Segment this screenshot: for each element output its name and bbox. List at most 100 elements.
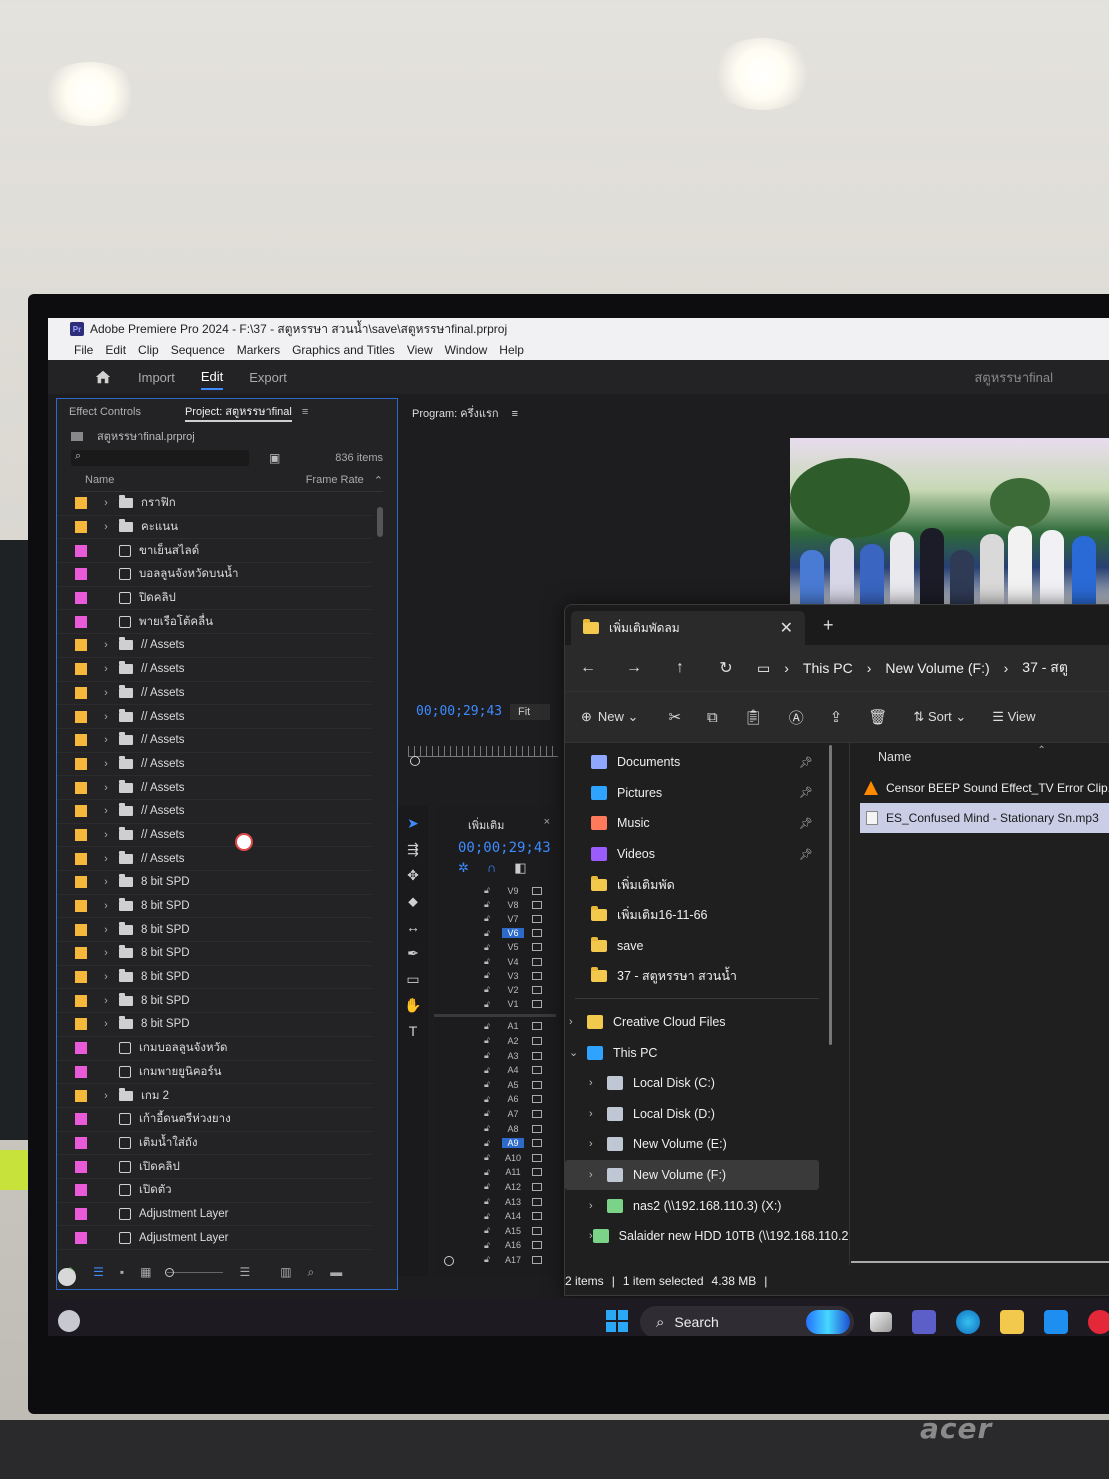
track-target-toggle[interactable]: V1 (502, 999, 524, 1009)
windows-start-icon[interactable] (606, 1310, 628, 1332)
automate-icon[interactable]: ▥ (280, 1265, 291, 1279)
project-item-row[interactable]: › 8 bit SPD (57, 918, 373, 943)
quick-access-item[interactable]: Videos 📌︎ (565, 839, 835, 870)
teams-icon[interactable] (912, 1310, 936, 1334)
label-color-swatch[interactable] (75, 923, 87, 936)
label-color-swatch[interactable] (75, 805, 87, 818)
quick-access-item[interactable]: Pictures 📌︎ (565, 778, 835, 809)
label-color-swatch[interactable] (75, 521, 87, 534)
track-header[interactable]: 🔓︎ V6 (484, 927, 544, 940)
track-header[interactable]: 🔓︎ A16 (484, 1239, 544, 1252)
zoom-slider[interactable] (165, 1267, 224, 1277)
project-item-row[interactable]: Adjustment Layer (57, 1203, 373, 1227)
project-item-row[interactable]: Adjustment Layer (57, 1226, 373, 1250)
lock-icon[interactable]: 🔓︎ (484, 1079, 492, 1090)
project-item-row[interactable]: › // Assets (57, 800, 373, 824)
opera-icon[interactable] (1088, 1310, 1109, 1334)
lock-icon[interactable]: 🔓︎ (484, 970, 492, 981)
sync-lock-icon[interactable] (532, 985, 542, 994)
lock-icon[interactable]: 🔓︎ (484, 1021, 492, 1032)
hand-tool-icon[interactable]: ✋ (398, 992, 428, 1018)
panel-menu-icon[interactable]: ≡ (302, 406, 308, 418)
track-target-toggle[interactable]: A9 (502, 1138, 524, 1149)
timeline-timecode[interactable]: 00;00;29;43 (458, 840, 551, 856)
project-item-row[interactable]: เกมพายยูนิคอร์น (57, 1061, 373, 1085)
lock-icon[interactable]: 🔓︎ (484, 984, 492, 995)
chevron-right-icon[interactable]: › (589, 1077, 607, 1089)
razor-tool-icon[interactable]: ⬥ (398, 888, 428, 914)
chevron-right-icon[interactable]: › (589, 1108, 607, 1120)
timeline-tab[interactable]: เพิ่มเติม (468, 816, 504, 834)
project-item-row[interactable]: ขาเย็นสไลด์ (57, 539, 373, 564)
sync-lock-icon[interactable] (532, 971, 542, 980)
sort-icon[interactable]: ☰ (239, 1265, 250, 1279)
nav-tree-item[interactable]: › New Volume (E:) (565, 1129, 835, 1160)
pin-icon[interactable]: 📌︎ (799, 786, 813, 799)
pen-tool-icon[interactable]: ✒ (398, 940, 428, 966)
lock-icon[interactable]: 🔓︎ (484, 942, 492, 953)
track-header[interactable]: 🔓︎ A12 (484, 1180, 544, 1193)
project-item-row[interactable]: › 8 bit SPD (57, 895, 373, 919)
lock-icon[interactable]: 🔓︎ (484, 1138, 492, 1149)
track-header[interactable]: 🔓︎ V2 (484, 983, 544, 996)
track-header[interactable]: 🔓︎ A11 (484, 1166, 544, 1179)
label-color-swatch[interactable] (75, 781, 87, 794)
program-video-preview[interactable] (790, 438, 1109, 610)
sync-lock-icon[interactable] (532, 1036, 542, 1045)
track-header[interactable]: 🔓︎ A15 (484, 1224, 544, 1237)
track-target-toggle[interactable]: A11 (502, 1167, 524, 1177)
label-color-swatch[interactable] (75, 568, 87, 581)
forward-arrow-icon[interactable]: → (611, 659, 657, 677)
chevron-right-icon[interactable]: › (101, 924, 111, 936)
project-item-row[interactable]: › // Assets (57, 658, 373, 682)
menu-help[interactable]: Help (499, 343, 524, 357)
paste-icon[interactable]: 📋︎ (744, 708, 763, 726)
timeline-zoom-handle[interactable] (444, 1256, 454, 1266)
label-color-swatch[interactable] (75, 1089, 87, 1102)
breadcrumb-this-pc[interactable]: This PC (803, 660, 853, 676)
label-color-swatch[interactable] (75, 1136, 87, 1149)
track-target-toggle[interactable]: V4 (502, 957, 524, 967)
sync-lock-icon[interactable] (532, 914, 542, 923)
view-button[interactable]: ☰ View (992, 709, 1035, 725)
track-target-toggle[interactable]: V6 (502, 928, 524, 939)
project-item-row[interactable]: › 8 bit SPD (57, 989, 373, 1014)
tab-import[interactable]: Import (138, 366, 175, 389)
label-color-swatch[interactable] (75, 828, 87, 841)
track-header[interactable]: 🔓︎ A4 (484, 1064, 544, 1077)
files-horizontal-scrollbar[interactable] (851, 1261, 1109, 1263)
type-tool-icon[interactable]: T (398, 1018, 428, 1044)
label-color-swatch[interactable] (75, 615, 87, 628)
label-color-swatch[interactable] (75, 971, 87, 984)
track-header[interactable]: 🔓︎ V8 (484, 898, 544, 911)
up-arrow-icon[interactable]: ↑ (657, 659, 703, 677)
sync-lock-icon[interactable] (532, 1022, 542, 1031)
track-target-toggle[interactable]: A8 (502, 1124, 524, 1134)
lock-icon[interactable]: 🔓︎ (484, 1225, 492, 1236)
track-target-toggle[interactable]: V8 (502, 900, 524, 910)
project-item-row[interactable]: › 8 bit SPD (57, 966, 373, 990)
copilot-icon[interactable] (806, 1310, 850, 1334)
back-arrow-icon[interactable]: ← (565, 659, 611, 677)
track-header[interactable]: 🔓︎ A7 (484, 1107, 544, 1120)
track-target-toggle[interactable]: V2 (502, 985, 524, 995)
sort-up-icon[interactable]: ⌃ (374, 474, 383, 487)
sync-lock-icon[interactable] (532, 1080, 542, 1089)
track-target-toggle[interactable]: A7 (502, 1109, 524, 1119)
nav-tree-item[interactable]: › Local Disk (D:) (565, 1099, 835, 1130)
sync-lock-icon[interactable] (532, 1153, 542, 1162)
cut-icon[interactable]: ✂ (668, 708, 681, 726)
quick-access-item[interactable]: Documents 📌︎ (565, 747, 835, 778)
explorer-tab[interactable]: เพิ่มเติมพัดลม ✕ (571, 611, 805, 645)
column-frame-rate[interactable]: Frame Rate (306, 474, 364, 486)
share-icon[interactable]: ⇪ (830, 708, 843, 726)
project-item-row[interactable]: เก้าอี้ดนตรีห่วงยาง (57, 1108, 373, 1132)
track-target-toggle[interactable]: V3 (502, 971, 524, 981)
quick-access-item[interactable]: เพิ่มเติมพัด (565, 869, 835, 900)
lock-icon[interactable]: 🔓︎ (484, 999, 492, 1010)
files-column-header[interactable]: Name ⌃ (850, 741, 1109, 773)
magnet-icon[interactable]: ∩ (487, 860, 496, 876)
project-item-row[interactable]: › เกม 2 (57, 1084, 373, 1108)
lock-icon[interactable]: 🔓︎ (484, 913, 492, 924)
track-header[interactable]: 🔓︎ A1 (484, 1020, 544, 1033)
